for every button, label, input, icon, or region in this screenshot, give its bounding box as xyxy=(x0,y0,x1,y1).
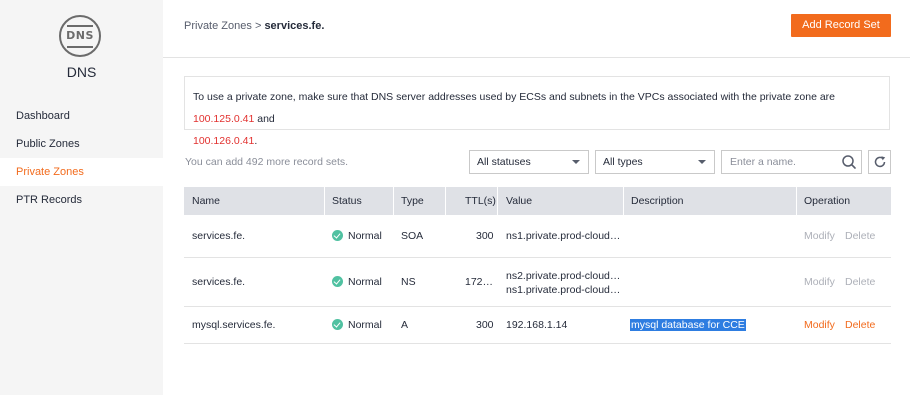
search-box xyxy=(721,150,862,174)
notice-text-end: . xyxy=(254,135,258,147)
sidebar-item-dashboard[interactable]: Dashboard xyxy=(0,102,163,130)
status-label: Normal xyxy=(348,319,382,331)
column-header-value: Value xyxy=(506,195,533,207)
record-status: Normal xyxy=(332,230,382,242)
add-record-set-button[interactable]: Add Record Set xyxy=(791,14,891,37)
notice-ip-1: 100.125.0.41 xyxy=(193,113,255,125)
column-header-description: Description xyxy=(631,195,684,207)
modify-link[interactable]: Modify xyxy=(804,319,835,331)
check-circle-icon xyxy=(332,276,343,287)
sidebar-item-private-zones[interactable]: Private Zones xyxy=(0,158,163,186)
record-value: ns1.private.prod-cloud… xyxy=(506,230,621,242)
delete-link[interactable]: Delete xyxy=(845,319,875,331)
delete-link: Delete xyxy=(845,276,876,288)
dns-logo-icon: DNS xyxy=(59,15,101,57)
record-status: Normal xyxy=(332,276,382,288)
chevron-down-icon xyxy=(572,160,580,164)
sidebar-title: DNS xyxy=(66,64,97,80)
table-header: Name Status Type TTL(s) Value Descriptio… xyxy=(184,187,891,215)
record-ttl: 300 xyxy=(476,319,494,331)
status-label: Normal xyxy=(348,276,382,288)
breadcrumb-current: services.fe. xyxy=(264,20,325,32)
private-zone-notice: To use a private zone, make sure that DN… xyxy=(184,76,890,147)
chevron-down-icon xyxy=(698,160,706,164)
record-name: services.fe. xyxy=(192,276,246,288)
type-filter-value: All types xyxy=(603,156,643,168)
record-type: NS xyxy=(401,276,416,288)
record-description: mysql database for CCE xyxy=(630,319,746,331)
modify-link: Modify xyxy=(804,276,835,288)
breadcrumb-separator: > xyxy=(254,20,262,32)
record-ttl: 300 xyxy=(476,230,494,242)
search-input[interactable] xyxy=(722,151,834,173)
table-row: mysql.services.fe. Normal A 300 192.168.… xyxy=(184,307,891,344)
quota-text: You can add 492 more record sets. xyxy=(185,156,349,168)
breadcrumb-parent[interactable]: Private Zones xyxy=(184,20,252,32)
notice-text-middle: and xyxy=(254,113,275,125)
record-name: services.fe. xyxy=(192,230,246,242)
record-value-2: ns1.private.prod-cloud… xyxy=(506,284,621,296)
selected-description-text[interactable]: mysql database for CCE xyxy=(630,319,746,331)
column-header-operation: Operation xyxy=(804,195,851,207)
record-type: A xyxy=(401,319,409,331)
sidebar-item-public-zones[interactable]: Public Zones xyxy=(0,130,163,158)
status-filter-value: All statuses xyxy=(477,156,531,168)
type-filter-select[interactable]: All types xyxy=(595,150,715,174)
page-header: Private Zones > services.fe. Add Record … xyxy=(163,0,910,58)
record-value: 192.168.1.14 xyxy=(506,319,568,331)
notice-ip-2: 100.126.0.41 xyxy=(193,135,255,147)
table-row: services.fe. Normal NS 172… ns2.private.… xyxy=(184,258,891,307)
column-header-ttl: TTL(s) xyxy=(465,195,496,207)
check-circle-icon xyxy=(332,319,343,330)
status-label: Normal xyxy=(348,230,382,242)
sidebar: DNS DNS Dashboard Public Zones Private Z… xyxy=(0,0,163,395)
record-type: SOA xyxy=(401,230,424,242)
record-sets-table: Name Status Type TTL(s) Value Descriptio… xyxy=(184,187,891,344)
column-header-type: Type xyxy=(401,195,424,207)
sidebar-item-ptr-records[interactable]: PTR Records xyxy=(0,186,163,214)
refresh-icon xyxy=(874,156,886,168)
column-header-name: Name xyxy=(192,195,221,207)
column-header-status: Status xyxy=(332,195,362,207)
record-ttl: 172… xyxy=(465,276,494,288)
notice-text: To use a private zone, make sure that DN… xyxy=(193,91,836,103)
logo-text: DNS xyxy=(66,29,94,42)
search-icon[interactable] xyxy=(841,154,857,170)
table-row: services.fe. Normal SOA 300 ns1.private.… xyxy=(184,215,891,258)
modify-link: Modify xyxy=(804,230,835,242)
record-status: Normal xyxy=(332,319,382,331)
status-filter-select[interactable]: All statuses xyxy=(469,150,589,174)
delete-link: Delete xyxy=(845,230,876,242)
sidebar-nav: Dashboard Public Zones Private Zones PTR… xyxy=(0,102,163,214)
record-name: mysql.services.fe. xyxy=(192,319,276,331)
breadcrumb: Private Zones > services.fe. xyxy=(184,20,324,32)
record-value: ns2.private.prod-cloud… xyxy=(506,270,621,282)
refresh-button[interactable] xyxy=(868,150,891,174)
check-circle-icon xyxy=(332,230,343,241)
